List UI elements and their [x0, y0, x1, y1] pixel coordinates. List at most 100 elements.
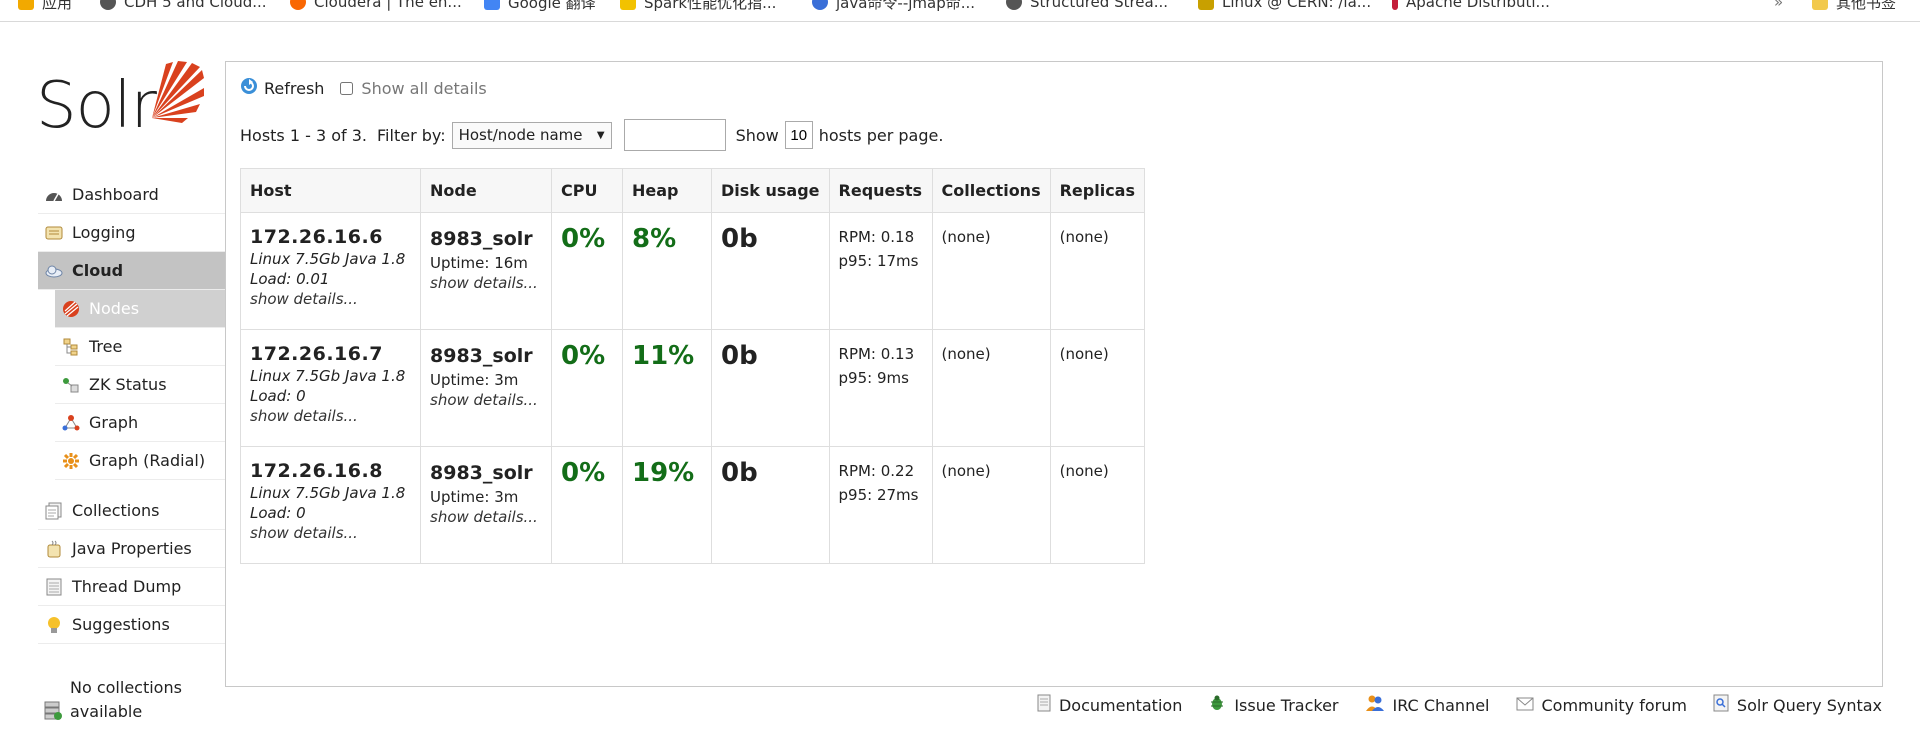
bookmark-apps[interactable]: 应用: [18, 0, 72, 12]
filter-type-select[interactable]: Host/node name ▼: [451, 121, 612, 149]
host-show-details-link[interactable]: show details...: [250, 289, 411, 309]
table-row: 172.26.16.8 Linux 7.5Gb Java 1.8 Load: 0…: [240, 446, 1146, 564]
footer-community-forum-link[interactable]: Community forum: [1516, 696, 1687, 715]
sidebar-item-thread-dump[interactable]: Thread Dump: [38, 568, 226, 606]
node-uptime: Uptime: 3m: [430, 488, 519, 506]
footer-issue-tracker-link[interactable]: Issue Tracker: [1208, 694, 1339, 716]
footer-documentation-link[interactable]: Documentation: [1037, 694, 1182, 716]
bookmark-item[interactable]: Google 翻译: [484, 0, 596, 12]
host-load: Load: 0.01: [250, 270, 330, 288]
disk-usage-value: 0b: [721, 458, 758, 488]
collections-icon: [44, 502, 64, 520]
sidebar-item-graph[interactable]: Graph: [55, 404, 226, 442]
replicas-value: (none): [1059, 345, 1109, 363]
sidebar-item-collections[interactable]: Collections: [38, 492, 226, 530]
bookmark-item[interactable]: Apache Distributi...: [1392, 0, 1550, 12]
cloud-submenu: Nodes Tree ZK Status Graph Graph (Radial…: [55, 290, 226, 480]
sidebar-item-java-properties[interactable]: Java Properties: [38, 530, 226, 568]
heap-value: 8%: [632, 224, 677, 254]
requests-rpm: RPM: 0.13: [838, 345, 915, 363]
footer-links: Documentation Issue Tracker IRC Channel …: [1037, 694, 1882, 716]
hosts-per-page-input[interactable]: [784, 121, 813, 149]
col-requests: Requests: [828, 168, 933, 213]
filter-bar: Hosts 1 - 3 of 3. Filter by: Host/node n…: [240, 119, 943, 151]
host-os: Linux 7.5Gb Java 1.8: [250, 367, 406, 385]
folder-icon: [1812, 0, 1828, 10]
query-syntax-icon: [1713, 694, 1729, 716]
requests-rpm: RPM: 0.22: [838, 462, 915, 480]
node-show-details-link[interactable]: show details...: [430, 390, 542, 410]
collections-value: (none): [941, 345, 991, 363]
show-all-details-checkbox[interactable]: [340, 81, 354, 95]
site-favicon-icon: [812, 0, 828, 10]
tree-icon: [61, 338, 81, 356]
sidebar-item-tree[interactable]: Tree: [55, 328, 226, 366]
filter-input[interactable]: [623, 119, 726, 151]
host-show-details-link[interactable]: show details...: [250, 523, 411, 543]
host-os: Linux 7.5Gb Java 1.8: [250, 250, 406, 268]
cpu-value: 0%: [561, 341, 606, 371]
bug-icon: [1208, 694, 1226, 716]
java-properties-icon: [44, 540, 64, 558]
collections-value: (none): [941, 462, 991, 480]
requests-cell: RPM: 0.18 p95: 17ms: [828, 212, 933, 330]
table-row: 172.26.16.7 Linux 7.5Gb Java 1.8 Load: 0…: [240, 329, 1146, 447]
footer-solr-query-syntax-link[interactable]: Solr Query Syntax: [1713, 694, 1882, 716]
no-collections-line1: No collections: [70, 678, 182, 697]
site-favicon-icon: [100, 0, 116, 10]
requests-p95: p95: 17ms: [838, 252, 919, 270]
bookmark-item[interactable]: java命令--jmap命...: [812, 0, 975, 12]
col-collections: Collections: [931, 168, 1051, 213]
bookmark-other-folder[interactable]: 其他书签: [1812, 0, 1896, 12]
no-collections-notice: No collections available: [44, 676, 194, 724]
host-ip: 172.26.16.7: [250, 343, 383, 365]
node-cell: 8983_solr Uptime: 16m show details...: [420, 212, 552, 330]
sidebar-item-zk-status[interactable]: ZK Status: [55, 366, 226, 404]
node-show-details-link[interactable]: show details...: [430, 273, 542, 293]
requests-p95: p95: 9ms: [838, 369, 909, 387]
zk-status-icon: [61, 376, 81, 394]
bookmark-item[interactable]: Structured Strea...: [1006, 0, 1168, 12]
sidebar-item-cloud[interactable]: Cloud: [38, 252, 226, 290]
cloud-icon: [44, 262, 64, 280]
replicas-value: (none): [1059, 228, 1109, 246]
node-cell: 8983_solr Uptime: 3m show details...: [420, 329, 552, 447]
nodes-toolbar: Refresh Show all details: [240, 76, 487, 100]
node-show-details-link[interactable]: show details...: [430, 507, 542, 527]
graph-icon: [61, 414, 81, 432]
sidebar-item-logging[interactable]: Logging: [38, 214, 226, 252]
bookmark-item[interactable]: Spark性能优化指...: [620, 0, 776, 12]
hosts-summary: Hosts 1 - 3 of 3.: [240, 125, 368, 145]
lightbulb-icon: [44, 616, 64, 634]
requests-rpm: RPM: 0.18: [838, 228, 915, 246]
host-show-details-link[interactable]: show details...: [250, 406, 411, 426]
disk-usage-value: 0b: [721, 341, 758, 371]
col-disk-usage: Disk usage: [711, 168, 830, 213]
host-cell: 172.26.16.8 Linux 7.5Gb Java 1.8 Load: 0…: [240, 446, 421, 564]
footer-irc-channel-link[interactable]: IRC Channel: [1365, 694, 1490, 716]
requests-cell: RPM: 0.13 p95: 9ms: [828, 329, 933, 447]
bookmark-item[interactable]: Cloudera | The en...: [290, 0, 462, 12]
solr-logo[interactable]: Solr: [36, 58, 206, 148]
show-all-details-toggle[interactable]: Show all details: [340, 79, 487, 98]
refresh-button[interactable]: Refresh: [240, 77, 324, 99]
bookmark-item[interactable]: CDH 5 and Cloud...: [100, 0, 267, 12]
nodes-icon: [61, 300, 81, 318]
logging-icon: [44, 224, 64, 242]
node-cell: 8983_solr Uptime: 3m show details...: [420, 446, 552, 564]
cpu-value: 0%: [561, 458, 606, 488]
irc-people-icon: [1365, 694, 1385, 716]
site-favicon-icon: [1006, 0, 1022, 10]
bookmarks-overflow-chevron[interactable]: »: [1774, 0, 1783, 12]
sidebar-item-dashboard[interactable]: Dashboard: [38, 176, 226, 214]
sidebar-item-graph-radial[interactable]: Graph (Radial): [55, 442, 226, 480]
sidebar-item-suggestions[interactable]: Suggestions: [38, 606, 226, 644]
col-replicas: Replicas: [1049, 168, 1146, 213]
collections-value: (none): [941, 228, 991, 246]
table-row: 172.26.16.6 Linux 7.5Gb Java 1.8 Load: 0…: [240, 212, 1146, 330]
hosts-per-page-label: hosts per page.: [818, 125, 944, 145]
host-cell: 172.26.16.6 Linux 7.5Gb Java 1.8 Load: 0…: [240, 212, 421, 330]
linux-favicon-icon: [1198, 0, 1214, 10]
sidebar-item-nodes[interactable]: Nodes: [55, 290, 226, 328]
bookmark-item[interactable]: Linux @ CERN: /la...: [1198, 0, 1371, 12]
